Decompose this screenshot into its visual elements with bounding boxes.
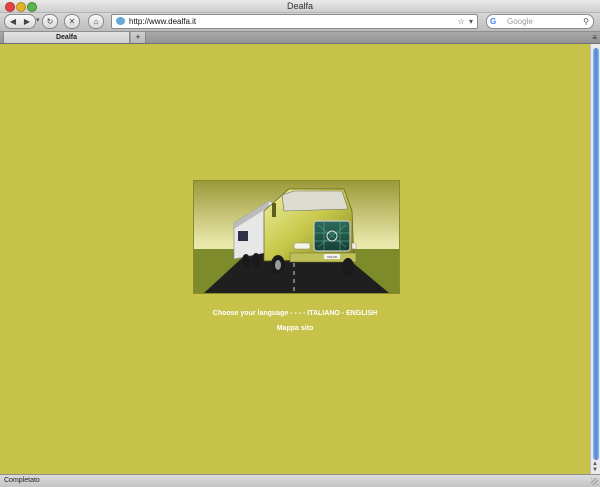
history-dropdown-icon[interactable]: ▾	[36, 16, 40, 24]
tab-list-icon[interactable]: ≡	[592, 32, 597, 43]
url-text[interactable]: http://www.dealfa.it	[129, 15, 196, 28]
resize-grip-icon[interactable]	[591, 478, 598, 485]
search-icon[interactable]: ⚲	[583, 15, 589, 28]
tab-bar: Dealfa + ≡	[0, 32, 600, 44]
status-bar: Completato	[0, 474, 600, 487]
truck-illustration: VOLVO	[194, 181, 399, 293]
sitemap-link[interactable]: Mappa sito	[0, 325, 590, 332]
page-content: VOLVO Choose your language - - - - ITALI…	[0, 44, 590, 474]
window-title: Dealfa	[286, 1, 313, 11]
window-titlebar: Dealfa	[0, 0, 600, 13]
bookmark-star-icon[interactable]: ☆ ▾	[458, 15, 474, 28]
status-text: Completato	[4, 477, 40, 484]
forward-button[interactable]: ▶	[20, 15, 34, 28]
italiano-link[interactable]: ITALIANO	[307, 310, 340, 317]
browser-toolbar: ◀ ▶ ▾ ↻ ✕ ⌂ http://www.dealfa.it ☆ ▾ G Go…	[0, 13, 600, 32]
search-bar[interactable]: G Google ⚲	[486, 14, 594, 29]
language-prompt: Choose your language - - - -	[212, 310, 308, 317]
back-forward-buttons: ◀ ▶	[4, 14, 36, 29]
vertical-scrollbar[interactable]: ▲ ▼	[590, 44, 600, 474]
search-input[interactable]: Google	[507, 15, 533, 28]
reload-button[interactable]: ↻	[42, 14, 58, 29]
site-identity-icon[interactable]	[116, 17, 125, 25]
google-engine-icon[interactable]: G	[490, 16, 496, 27]
stop-button[interactable]: ✕	[64, 14, 80, 29]
back-button[interactable]: ◀	[6, 15, 20, 28]
english-link[interactable]: ENGLISH	[346, 310, 377, 317]
license-plate: VOLVO	[327, 255, 338, 259]
scroll-arrows-icon[interactable]: ▲ ▼	[592, 461, 598, 473]
new-tab-button[interactable]: +	[131, 32, 146, 43]
tab-dealfa[interactable]: Dealfa	[3, 32, 130, 43]
address-bar[interactable]: http://www.dealfa.it ☆ ▾	[111, 14, 478, 29]
language-chooser: Choose your language - - - - ITALIANO - …	[0, 310, 590, 317]
scroll-thumb[interactable]	[593, 48, 599, 460]
truck-hero-image: VOLVO	[193, 180, 400, 294]
home-button[interactable]: ⌂	[88, 14, 104, 29]
